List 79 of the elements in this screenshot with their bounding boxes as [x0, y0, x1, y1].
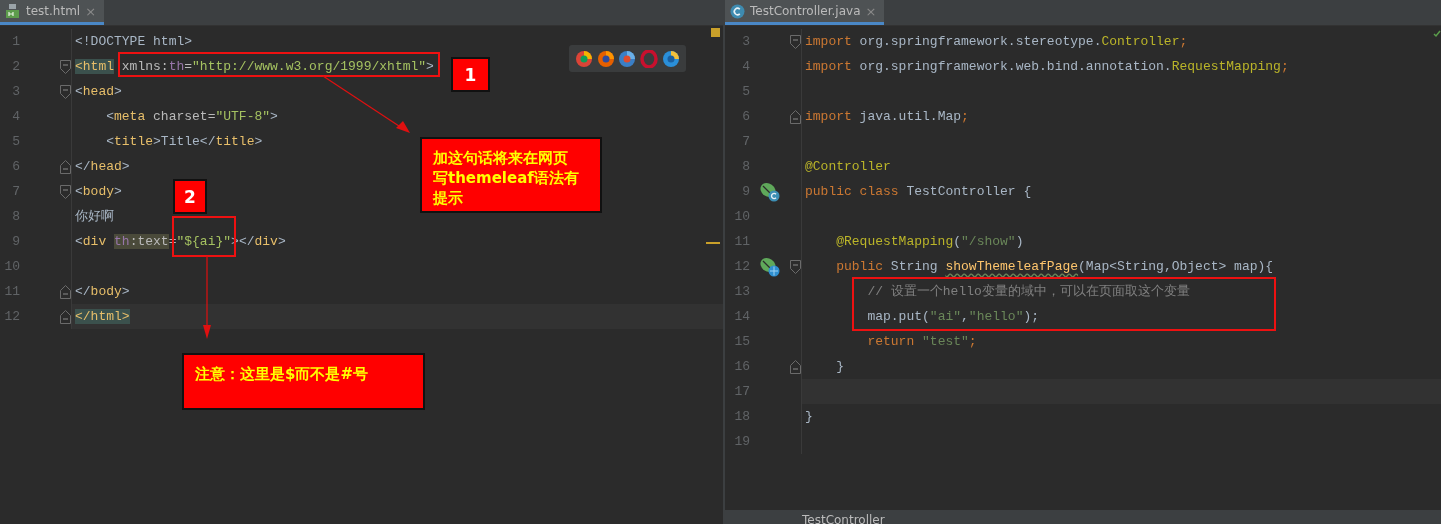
- code-line: 你好啊: [75, 207, 114, 226]
- fold-marker-icon[interactable]: [790, 109, 801, 124]
- line-number: 9: [11, 234, 21, 249]
- breadcrumb[interactable]: TestController: [802, 513, 885, 524]
- browser-icon[interactable]: [574, 49, 593, 68]
- tab-close-button[interactable]: ×: [85, 3, 97, 19]
- line-number: 14: [733, 309, 751, 324]
- fold-marker-icon[interactable]: [60, 59, 71, 74]
- code-line: map.put("ai","hello");: [866, 307, 1040, 326]
- line-number: 19: [733, 434, 751, 449]
- code-line: <!DOCTYPE html>: [75, 32, 193, 51]
- annotation-note: 注意：这里是$而不是#号: [182, 353, 425, 410]
- line-number: 18: [733, 409, 751, 424]
- editor-tab[interactable]: test.html ×: [0, 0, 105, 25]
- code-line: return "test";: [866, 332, 977, 351]
- line-number: 11: [733, 234, 751, 249]
- step-number-label: 1: [451, 57, 490, 92]
- code-line: @RequestMapping("/show"): [835, 232, 1024, 251]
- line-number: 10: [733, 209, 751, 224]
- browser-icon[interactable]: [618, 49, 637, 68]
- browser-icon[interactable]: [596, 49, 615, 68]
- line-number: 12: [733, 259, 750, 274]
- line-number: 8: [11, 209, 21, 224]
- fold-marker-icon[interactable]: [790, 359, 801, 374]
- fold-marker-icon[interactable]: [60, 84, 71, 99]
- fold-marker-icon[interactable]: [790, 34, 801, 49]
- line-number: 17: [733, 384, 751, 399]
- tab-title[interactable]: TestController.java: [750, 4, 861, 18]
- line-number: 5: [11, 134, 21, 149]
- line-number: 2: [11, 59, 20, 74]
- code-line: import org.springframework.web.bind.annotation.RequestMapping;: [805, 57, 1289, 76]
- code-line: </head>: [75, 157, 130, 176]
- tab-close-button[interactable]: ×: [865, 3, 877, 19]
- line-number: 7: [741, 134, 751, 149]
- browser-icon[interactable]: [662, 49, 681, 68]
- line-number: 13: [733, 284, 751, 299]
- line-number: 12: [3, 309, 20, 324]
- fold-marker-icon[interactable]: [790, 259, 801, 274]
- line-number: 11: [3, 284, 20, 299]
- code-line: <title>Title</title>: [105, 132, 263, 151]
- code-line: }: [835, 357, 844, 376]
- code-line: <meta charset="UTF-8">: [105, 107, 278, 126]
- line-number: 8: [741, 159, 751, 174]
- tab-title[interactable]: test.html: [26, 4, 81, 18]
- line-number: 15: [733, 334, 751, 349]
- code-line: @Controller: [805, 157, 891, 176]
- bean-icon[interactable]: [759, 180, 782, 203]
- code-line: }: [805, 407, 813, 426]
- code-line: import org.springframework.stereotype.Controller;: [805, 32, 1188, 51]
- line-number: 5: [741, 84, 751, 99]
- fold-marker-icon[interactable]: [60, 284, 71, 299]
- line-number: 4: [741, 59, 751, 74]
- line-number: 6: [741, 109, 751, 124]
- line-number: 10: [3, 259, 21, 274]
- line-number: 9: [741, 184, 751, 199]
- line-number: 6: [11, 159, 20, 174]
- line-number: 1: [11, 34, 21, 49]
- code-line: <head>: [75, 82, 122, 101]
- line-number: 7: [11, 184, 20, 199]
- code-line: import java.util.Map;: [805, 107, 969, 126]
- class-file-icon: [730, 3, 745, 19]
- html-file-icon: [5, 3, 21, 19]
- check-icon: [1433, 30, 1441, 38]
- code-line: public class TestController {: [805, 182, 1032, 201]
- line-number: 3: [741, 34, 751, 49]
- code-line: public String showThemeleafPage(Map<String,Object> map){: [835, 257, 1274, 276]
- line-number: 16: [733, 359, 751, 374]
- line-number: 3: [11, 84, 20, 99]
- bean-icon[interactable]: [759, 255, 781, 278]
- step-number-label: 2: [173, 179, 207, 214]
- annotation-note: 加这句话将来在网页写themeleaf语法有提示: [420, 137, 602, 213]
- fold-marker-icon[interactable]: [60, 184, 71, 199]
- editor-tab[interactable]: TestController.java ×: [725, 0, 885, 25]
- fold-marker-icon[interactable]: [60, 159, 71, 174]
- code-line: </body>: [75, 282, 130, 301]
- fold-marker-icon[interactable]: [60, 309, 71, 324]
- line-number: 4: [11, 109, 21, 124]
- code-line: <html xmlns:th="http://www.w3.org/1999/xhtml">: [75, 57, 434, 76]
- code-line: <body>: [75, 182, 122, 201]
